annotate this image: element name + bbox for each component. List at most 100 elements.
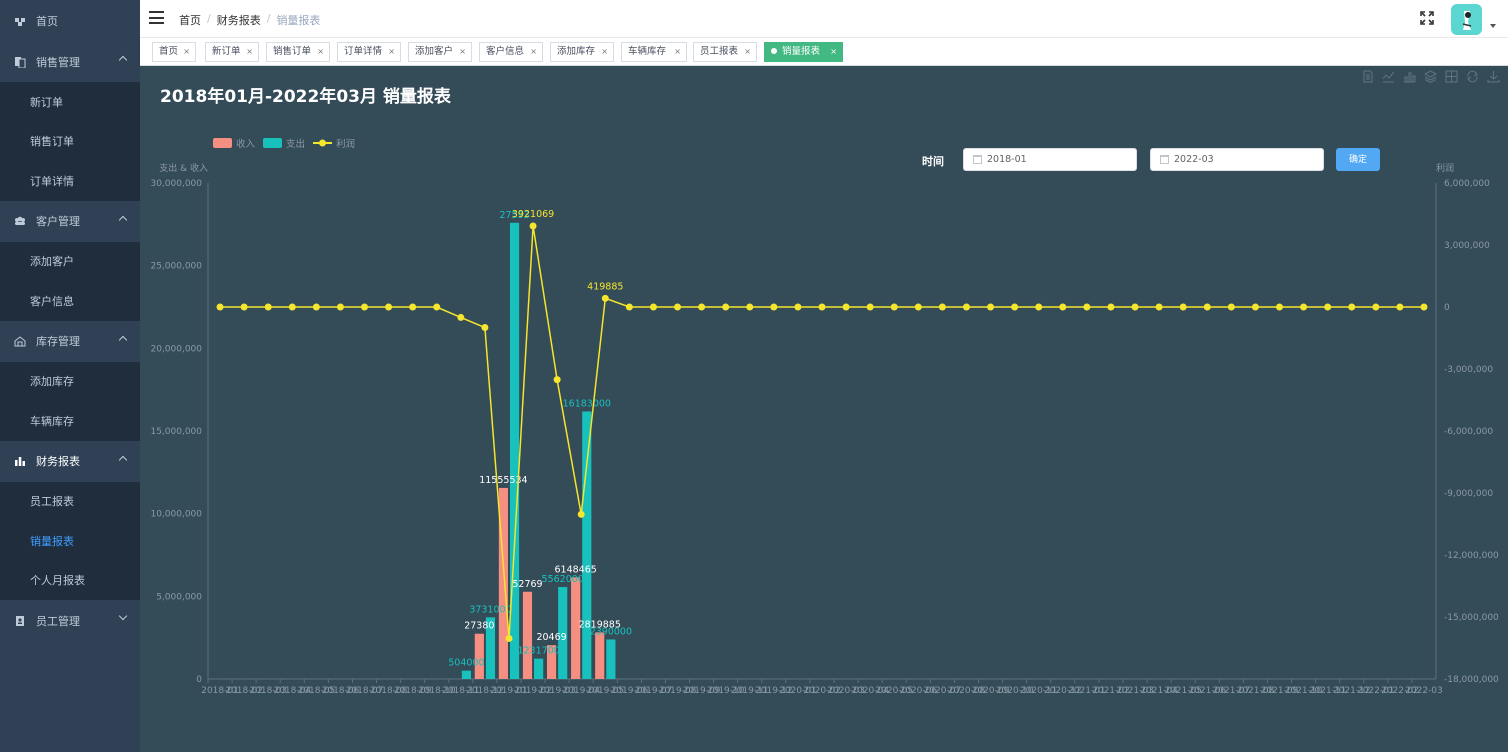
calendar-icon — [973, 155, 982, 164]
download-icon[interactable] — [1487, 70, 1500, 83]
legend-label: 利润 — [336, 138, 355, 150]
avatar-image — [1462, 11, 1472, 30]
data-view-icon[interactable] — [1361, 70, 1374, 83]
expense-data-label: 5562000 — [542, 574, 584, 585]
sidebar-item-home[interactable]: 首页 — [0, 0, 140, 41]
bar-chart-icon[interactable] — [1403, 70, 1416, 83]
income-bar — [522, 591, 533, 679]
breadcrumb: 首页 / 财务报表 / 销量报表 — [179, 12, 321, 28]
tag-home[interactable]: 首页 × — [152, 42, 196, 62]
tag-vehicle-stock[interactable]: 车辆库存 × — [621, 42, 687, 62]
tag-add-stock[interactable]: 添加库存 × — [550, 42, 614, 62]
sidebar-item-sales-report[interactable]: 销量报表 — [0, 521, 140, 561]
expense-data-label: 16183000 — [563, 398, 611, 409]
income-bar — [595, 632, 605, 679]
close-icon[interactable]: × — [246, 43, 253, 61]
sidebar-item-sales-orders[interactable]: 销售订单 — [0, 122, 140, 162]
tag-add-customer[interactable]: 添加客户 × — [408, 42, 472, 62]
profit-point — [1227, 303, 1235, 311]
line-chart-icon[interactable] — [1382, 70, 1395, 83]
profit-point — [698, 303, 706, 311]
breadcrumb-finance[interactable]: 财务报表 — [217, 12, 261, 28]
profit-point — [216, 303, 224, 311]
sidebar: 首页 销售管理 新订单 销售订单 订单详情 客户管理 添加客户 客户信息 库存管… — [0, 0, 140, 752]
profit-point — [1155, 303, 1163, 311]
right-tick-label: -12,000,000 — [1444, 551, 1499, 561]
sidebar-item-vehicle-stock[interactable]: 车辆库存 — [0, 401, 140, 441]
left-tick-label: 0 — [196, 675, 202, 685]
left-tick-label: 15,000,000 — [150, 427, 202, 437]
sidebar-item-staff-report[interactable]: 员工报表 — [0, 482, 140, 522]
left-axis-title: 支出 & 收入 — [159, 162, 208, 174]
profit-point — [1107, 303, 1115, 311]
profit-point — [361, 303, 369, 311]
tag-order-details[interactable]: 订单详情 × — [337, 42, 401, 62]
expense-data-label: 1231700 — [517, 646, 559, 657]
close-icon[interactable]: × — [459, 43, 466, 61]
sidebar-item-sales[interactable]: 销售管理 — [0, 41, 140, 82]
page-title: 2018年01月-2022年03月 销量报表 — [160, 87, 451, 107]
profit-point — [481, 324, 489, 332]
sidebar-item-label: 客户管理 — [36, 215, 80, 228]
right-tick-label: -9,000,000 — [1444, 489, 1493, 499]
close-icon[interactable]: × — [317, 43, 324, 61]
profit-point — [1011, 303, 1019, 311]
sidebar-item-staff[interactable]: 员工管理 — [0, 600, 140, 641]
tag-new-order[interactable]: 新订单 × — [205, 42, 259, 62]
sidebar-item-customer[interactable]: 客户管理 — [0, 201, 140, 242]
sidebar-item-inventory[interactable]: 库存管理 — [0, 321, 140, 362]
left-tick-label: 25,000,000 — [150, 262, 202, 272]
profit-point — [746, 303, 754, 311]
profit-point — [1300, 303, 1308, 311]
close-icon[interactable]: × — [601, 43, 608, 61]
close-icon[interactable]: × — [530, 43, 537, 61]
date-range-label: 时间 — [922, 155, 944, 168]
right-tick-label: 6,000,000 — [1444, 179, 1490, 189]
profit-point — [1035, 303, 1043, 311]
tag-staff-report[interactable]: 员工报表 × — [693, 42, 757, 62]
restore-icon[interactable] — [1466, 70, 1479, 83]
start-date-value: 2018-01 — [987, 154, 1027, 165]
hamburger-icon[interactable] — [149, 11, 164, 24]
tag-sales-orders[interactable]: 销售订单 × — [266, 42, 330, 62]
right-tick-label: 0 — [1444, 303, 1450, 313]
income-data-label: 11555534 — [479, 475, 527, 486]
dashboard-icon — [15, 17, 25, 26]
profit-point — [1275, 303, 1283, 311]
close-icon[interactable]: × — [674, 43, 681, 61]
tiled-icon[interactable] — [1445, 70, 1458, 83]
confirm-button[interactable]: 确定 — [1336, 148, 1380, 171]
tag-sales-report[interactable]: 销量报表 × — [764, 42, 843, 62]
sidebar-item-customer-info[interactable]: 客户信息 — [0, 281, 140, 321]
sidebar-item-add-stock[interactable]: 添加库存 — [0, 362, 140, 402]
avatar[interactable] — [1451, 4, 1482, 35]
sidebar-item-add-customer[interactable]: 添加客户 — [0, 242, 140, 282]
profit-point — [577, 510, 585, 518]
profit-data-label: 3921069 — [512, 209, 554, 220]
stack-icon[interactable] — [1424, 70, 1437, 83]
end-date-picker[interactable]: 2022-03 — [1150, 148, 1324, 171]
caret-down-icon[interactable] — [1490, 24, 1496, 28]
fullscreen-icon[interactable] — [1420, 11, 1434, 25]
right-tick-label: -18,000,000 — [1444, 675, 1499, 685]
sidebar-item-new-order[interactable]: 新订单 — [0, 82, 140, 122]
expense-bar — [606, 639, 616, 679]
close-icon[interactable]: × — [744, 43, 751, 61]
close-icon[interactable]: × — [830, 43, 837, 61]
close-icon[interactable]: × — [183, 43, 190, 61]
legend-label: 支出 — [286, 138, 305, 150]
sidebar-item-monthly-report[interactable]: 个人月报表 — [0, 561, 140, 601]
sidebar-item-finance[interactable]: 财务报表 — [0, 441, 140, 482]
navbar: 首页 / 财务报表 / 销量报表 — [140, 0, 1508, 38]
sidebar-item-order-details[interactable]: 订单详情 — [0, 161, 140, 201]
x-tick-label: 2022-03 — [1405, 686, 1443, 696]
profit-point — [505, 634, 513, 642]
close-icon[interactable]: × — [388, 43, 395, 61]
profit-point — [794, 303, 802, 311]
profit-line — [220, 225, 1424, 639]
tags-view: 首页 × 新订单 × 销售订单 × 订单详情 × 添加客户 × 客户信息 × 添加库存 × 车… — [140, 38, 1508, 66]
breadcrumb-home[interactable]: 首页 — [179, 12, 201, 28]
warehouse-icon — [14, 336, 26, 347]
start-date-picker[interactable]: 2018-01 — [963, 148, 1137, 171]
tag-customer-info[interactable]: 客户信息 × — [479, 42, 543, 62]
